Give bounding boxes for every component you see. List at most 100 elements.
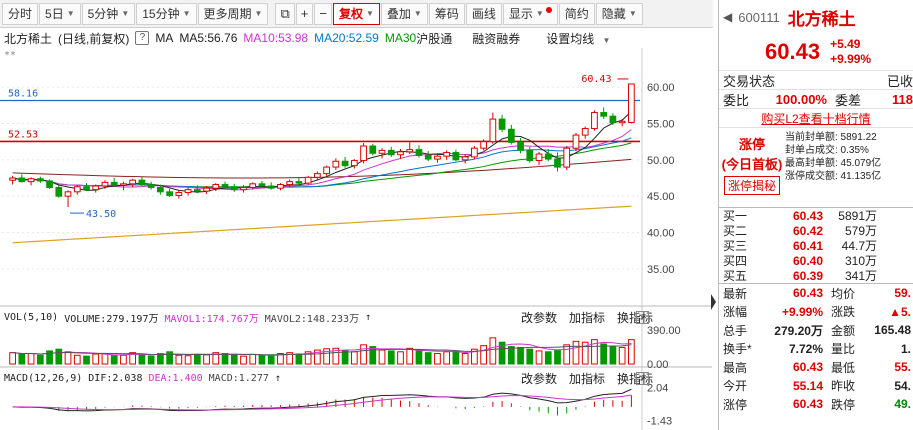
chevron-down-icon: ▼ [182, 8, 191, 18]
candle-body [535, 153, 543, 162]
volume-bar [618, 346, 626, 365]
volume-bar [73, 354, 81, 365]
stat-value: 60.43 [792, 360, 823, 375]
buy-l2-link[interactable]: 购买L2查看十档行情 [719, 108, 913, 127]
minus-icon: − [319, 5, 327, 21]
chips-button[interactable]: 筹码 [428, 2, 465, 25]
candle-body [581, 128, 589, 136]
close-icon[interactable]: ✕ [636, 310, 649, 324]
stock-kline-window: 分时 5日 ▼ 5分钟 ▼ 15分钟 ▼ 更多周期 ▼ ⧉ + − 复权 ▼ 叠加 ▼ 筹码… [0, 0, 913, 430]
y-tick-label: 60.00 [647, 82, 675, 94]
candle-body [18, 177, 26, 183]
tab-5min[interactable]: 5分钟 ▼ [81, 2, 136, 25]
limit-up-title: 涨停 [738, 137, 765, 152]
candle-body [323, 166, 330, 175]
stats-row: 最高 60.43 最低 55. [719, 358, 913, 377]
mavol2-value: MAVOL2:148.233万 [264, 313, 360, 325]
draw-line-button[interactable]: 画线 [465, 2, 502, 25]
candle-body [406, 149, 414, 153]
candle-body [240, 186, 247, 191]
stats-table: 最新 60.43 均价 59. 涨幅 +9.99% 涨跌 ▲5. 总手 279.20万 金额 165.… [719, 283, 913, 414]
volume-bar [415, 349, 423, 365]
candle-body [138, 179, 146, 186]
stat-value: 60.43 [792, 286, 823, 301]
tab-15min[interactable]: 15分钟 ▼ [136, 2, 197, 25]
candle-body [507, 128, 515, 143]
candle-body [461, 156, 469, 161]
candle-body [230, 186, 238, 191]
help-icon[interactable]: ? [135, 31, 150, 45]
candle-body [120, 183, 127, 186]
stat-value: 60.43 [792, 397, 823, 412]
limit-up-detail: 涨停成交额: 41.135亿 [785, 171, 882, 182]
candle-body [434, 155, 441, 160]
weibi-label: 委比 [723, 92, 750, 108]
zoom-in-button[interactable]: + [295, 2, 314, 25]
volume-bar [230, 354, 238, 365]
close-icon[interactable]: ✕ [636, 371, 649, 385]
candle-body [101, 181, 109, 187]
marker-text: ** [4, 50, 16, 61]
set-ma-dropdown[interactable]: 设置均线 ▼ [546, 30, 616, 47]
popup-window-button[interactable]: ⧉ [275, 2, 295, 25]
ma10-value: MA10:53.98 [243, 31, 309, 45]
volume-bar [55, 348, 63, 365]
volume-bar [64, 351, 72, 365]
tab-5day[interactable]: 5日 ▼ [39, 2, 81, 25]
limit-up-reveal-button[interactable]: 涨停揭秘 [723, 176, 780, 195]
simple-mode-button[interactable]: 简约 [558, 2, 595, 25]
chevron-left-icon[interactable]: ◀ [723, 10, 732, 24]
display-dropdown[interactable]: 显示 ▼ [502, 2, 558, 25]
adjust-dropdown[interactable]: 复权 ▼ [332, 2, 380, 25]
overlay-dropdown[interactable]: 叠加 ▼ [380, 2, 428, 25]
stat-value: ▲5. [889, 304, 911, 319]
macd-edit-params-button[interactable]: 改参数 [521, 370, 557, 387]
vol-edit-params-button[interactable]: 改参数 [521, 309, 557, 326]
volume-bar [203, 354, 210, 365]
candle-body [92, 185, 100, 191]
volume-bar [452, 350, 460, 365]
margin-trading-link[interactable]: 融资融券 [472, 30, 520, 47]
volume-bar [489, 337, 497, 365]
y-tick-label: 55.00 [647, 118, 675, 130]
hide-dropdown[interactable]: 隐藏 ▼ [595, 2, 643, 25]
stat-value: 1. [900, 341, 911, 356]
volume-bar [9, 352, 16, 365]
collapse-handle-icon[interactable] [711, 294, 716, 310]
zoom-out-button[interactable]: − [314, 2, 332, 25]
chevron-down-icon: ▼ [600, 35, 611, 45]
stat-label: 金额 [831, 323, 856, 338]
volume-panel-actions: 改参数 加指标 换指标 [509, 309, 653, 326]
candle-body [129, 179, 137, 185]
hgt-link[interactable]: 沪股通 [416, 30, 452, 47]
candle-body [563, 147, 571, 168]
order-book: 买一 60.43 5891万 买二 60.42 579万 买三 60.41 44.7万 买四 60.… [719, 207, 913, 283]
volume-bar [424, 352, 432, 365]
notification-dot-icon [545, 6, 552, 13]
vol-add-indicator-button[interactable]: 加指标 [569, 309, 605, 326]
volume-bar [360, 344, 367, 365]
candle-body [369, 145, 377, 154]
volume-bar [526, 348, 534, 365]
volume-bar [138, 353, 146, 365]
volume-bar [92, 353, 100, 365]
chevron-down-icon: ▼ [121, 8, 130, 18]
bid-volume: 341万 [844, 269, 877, 283]
tab-timeshare[interactable]: 分时 [2, 2, 39, 25]
volume-bar [184, 355, 192, 365]
weicha-label: 委差 [835, 92, 862, 108]
candle-body [415, 149, 423, 156]
macd-add-indicator-button[interactable]: 加指标 [569, 370, 605, 387]
kline-chart[interactable]: ** 60.00 55.00 50.00 45.00 40.00 35.00 58.16 52.… [0, 48, 713, 430]
overlay-label: 叠加 [386, 6, 411, 21]
volume-bar [249, 353, 257, 365]
tab-more-periods[interactable]: 更多周期 ▼ [197, 2, 269, 25]
candle-body [526, 149, 534, 162]
volume-bar [535, 350, 543, 365]
volume-bar [221, 353, 229, 365]
candle-body [424, 154, 432, 160]
price-change-pct: +9.99% [830, 52, 872, 66]
tab-5min-label: 5分钟 [87, 6, 119, 21]
volume-bar [434, 353, 441, 365]
stats-row: 总手 279.20万 金额 165.48 [719, 321, 913, 340]
